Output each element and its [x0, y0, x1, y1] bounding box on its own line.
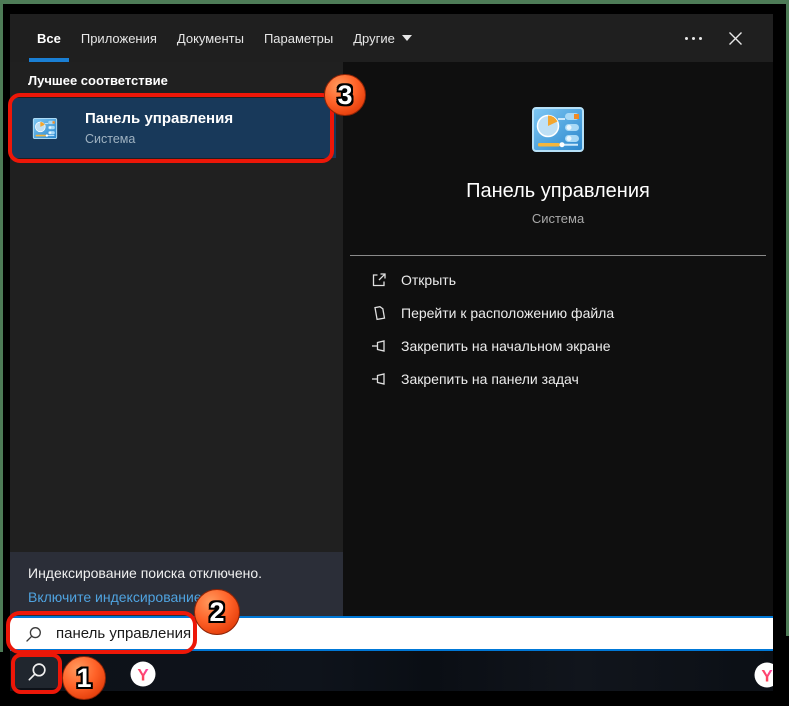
yandex-browser-icon-partial[interactable]: Y: [754, 662, 773, 688]
svg-text:Y: Y: [761, 667, 773, 686]
desktop-edge-top: [0, 0, 789, 4]
annotation-step-1-badge: 1: [62, 656, 106, 700]
search-filter-tabbar: Все Приложения Документы Параметры Други…: [10, 14, 773, 62]
annotation-box-search-field: [6, 611, 197, 654]
taskbar: Y Y: [10, 651, 773, 691]
see-more-button[interactable]: [677, 27, 710, 50]
chevron-down-icon: [401, 35, 412, 41]
pin-icon: [370, 370, 387, 387]
preview-subtitle: Система: [531, 211, 585, 226]
tab-settings[interactable]: Параметры: [254, 14, 343, 62]
ellipsis-icon: [685, 36, 688, 40]
indexing-status-text: Индексирование поиска отключено.: [28, 565, 263, 581]
action-open-file-location[interactable]: Перейти к расположению файла: [370, 296, 773, 329]
indexing-status-block: Индексирование поиска отключено. Включит…: [10, 552, 343, 616]
open-icon: [370, 271, 387, 288]
tab-documents[interactable]: Документы: [167, 14, 254, 62]
enable-indexing-link[interactable]: Включите индексирование.: [28, 585, 325, 609]
desktop-edge-left: [0, 4, 3, 652]
annotation-box-result: [8, 93, 334, 163]
tab-apps[interactable]: Приложения: [71, 14, 167, 62]
action-pin-to-start-label: Закрепить на начальном экране: [401, 337, 611, 354]
tab-all[interactable]: Все: [27, 14, 71, 62]
action-pin-to-taskbar-label: Закрепить на панели задач: [401, 370, 579, 387]
tab-more-label: Другие: [353, 30, 395, 46]
tab-more[interactable]: Другие: [343, 14, 422, 62]
close-icon: [729, 31, 742, 45]
file-location-icon: [370, 304, 387, 321]
close-button[interactable]: [720, 25, 751, 52]
action-pin-to-taskbar[interactable]: Закрепить на панели задач: [370, 362, 773, 395]
control-panel-icon-large: [532, 107, 584, 152]
pin-icon: [370, 337, 387, 354]
preview-panel: Панель управления Система Открыть Перейт…: [343, 62, 773, 616]
action-open[interactable]: Открыть: [370, 263, 773, 296]
action-pin-to-start[interactable]: Закрепить на начальном экране: [370, 329, 773, 362]
preview-title: Панель управления: [466, 180, 650, 202]
annotation-step-2-badge: 2: [194, 589, 240, 635]
action-open-label: Открыть: [401, 271, 456, 288]
svg-text:Y: Y: [137, 666, 149, 685]
annotation-box-taskbar-search: [11, 653, 62, 694]
annotation-step-3-badge: 3: [324, 74, 366, 116]
best-match-header: Лучшее соответствие: [28, 73, 168, 88]
yandex-browser-icon[interactable]: Y: [130, 661, 156, 687]
action-open-file-location-label: Перейти к расположению файла: [401, 304, 615, 321]
screen: Все Приложения Документы Параметры Други…: [0, 0, 789, 706]
context-actions: Открыть Перейти к расположению файла Зак…: [343, 256, 773, 395]
